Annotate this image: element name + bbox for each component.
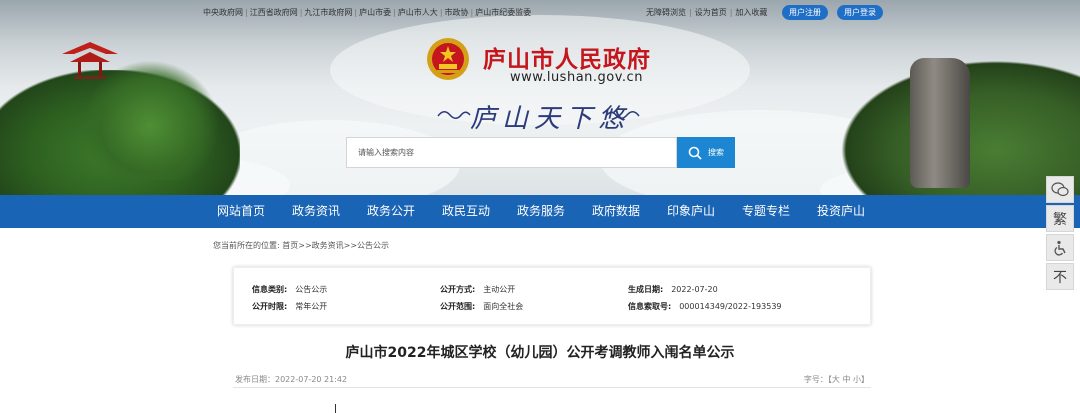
search-button-label: 搜索: [708, 148, 724, 157]
font-size-switcher[interactable]: 字号：【大 中 小】: [804, 374, 869, 385]
info-category: 信息类别: 公告公示: [252, 285, 328, 294]
info-scope: 公开范围: 面向全社会: [440, 302, 524, 311]
nav-item-topics[interactable]: 专题专栏: [742, 195, 790, 228]
top-link[interactable]: 九江市政府网: [304, 8, 352, 17]
top-link[interactable]: 庐山市委: [359, 8, 391, 17]
nav-item-services[interactable]: 政务服务: [517, 195, 565, 228]
article-meta: 发布日期：2022-07-20 21:42 字号：【大 中 小】: [233, 371, 871, 388]
site-title: 庐山市人民政府: [483, 46, 651, 73]
main-nav: 网站首页 政务资讯 政务公开 政民互动 政务服务 政府数据 印象庐山 专题专栏 …: [0, 195, 1080, 228]
pavilion-icon: [62, 42, 118, 79]
text-cursor: [335, 404, 336, 413]
traditional-chinese-button[interactable]: 繁: [1046, 205, 1074, 232]
cloud-ornament-icon: [437, 111, 471, 119]
nav-item-home[interactable]: 网站首页: [217, 195, 265, 228]
search-box: [346, 137, 677, 168]
top-link[interactable]: 中央政府网: [203, 8, 243, 17]
back-to-top-label: 不: [1053, 269, 1067, 286]
info-open-method: 公开方式: 主动公开: [440, 285, 516, 294]
set-homepage-link[interactable]: 设为首页: [695, 8, 727, 17]
info-index-number: 信息索取号: 000014349/2022-193539: [628, 302, 782, 311]
info-period: 公开时限: 常年公开: [252, 302, 328, 311]
accessibility-button[interactable]: [1046, 234, 1074, 261]
add-favorite-link[interactable]: 加入收藏: [735, 8, 767, 17]
top-links: 中央政府网 | 江西省政府网 | 九江市政府网 | 庐山市委 | 庐山市人大 | 市政协 | 庐山市纪委…: [203, 8, 532, 17]
national-emblem-icon: [427, 38, 469, 80]
login-button[interactable]: 用户登录: [837, 5, 883, 20]
traditional-chinese-label: 繁: [1053, 211, 1067, 228]
stone-pillar: [910, 58, 970, 188]
nav-item-invest[interactable]: 投资庐山: [817, 195, 865, 228]
info-date: 生成日期: 2022-07-20: [628, 285, 718, 294]
nav-item-disclosure[interactable]: 政务公开: [367, 195, 415, 228]
cloud-ornament-icon: [606, 111, 640, 119]
wechat-icon: [1051, 182, 1069, 197]
publish-date: 发布日期：2022-07-20 21:42: [235, 375, 348, 384]
search-icon: [688, 146, 702, 160]
top-link[interactable]: 江西省政府网: [250, 8, 298, 17]
wheelchair-icon: [1054, 240, 1066, 255]
utility-links: 无障碍浏览 | 设为首页 | 加入收藏: [646, 8, 768, 17]
site-url: www.lushan.gov.cn: [510, 70, 643, 85]
nav-item-impression[interactable]: 印象庐山: [667, 195, 715, 228]
accessibility-link[interactable]: 无障碍浏览: [646, 8, 686, 17]
register-button[interactable]: 用户注册: [782, 5, 828, 20]
nav-item-interaction[interactable]: 政民互动: [442, 195, 490, 228]
header-banner: 中央政府网 | 江西省政府网 | 九江市政府网 | 庐山市委 | 庐山市人大 | 市政协 | 庐山市纪委…: [0, 0, 1080, 195]
top-link[interactable]: 庐山市纪委监委: [475, 8, 531, 17]
nav-item-news[interactable]: 政务资讯: [292, 195, 340, 228]
search-input[interactable]: [358, 148, 676, 157]
wechat-button[interactable]: [1046, 176, 1074, 203]
nav-item-data[interactable]: 政府数据: [592, 195, 640, 228]
back-to-top-button[interactable]: 不: [1046, 263, 1074, 290]
top-link[interactable]: 庐山市人大: [398, 8, 438, 17]
article-title: 庐山市2022年城区学校（幼儿园）公开考调教师入闱名单公示: [345, 345, 735, 361]
top-link[interactable]: 市政协: [445, 8, 469, 17]
search-button[interactable]: 搜索: [677, 137, 735, 168]
info-metadata-card: 信息类别: 公告公示 公开方式: 主动公开 生成日期: 2022-07-20 公开时限…: [233, 267, 871, 325]
breadcrumb: 您当前所在的位置: 首页>>政务资讯>>公告公示: [213, 241, 390, 250]
